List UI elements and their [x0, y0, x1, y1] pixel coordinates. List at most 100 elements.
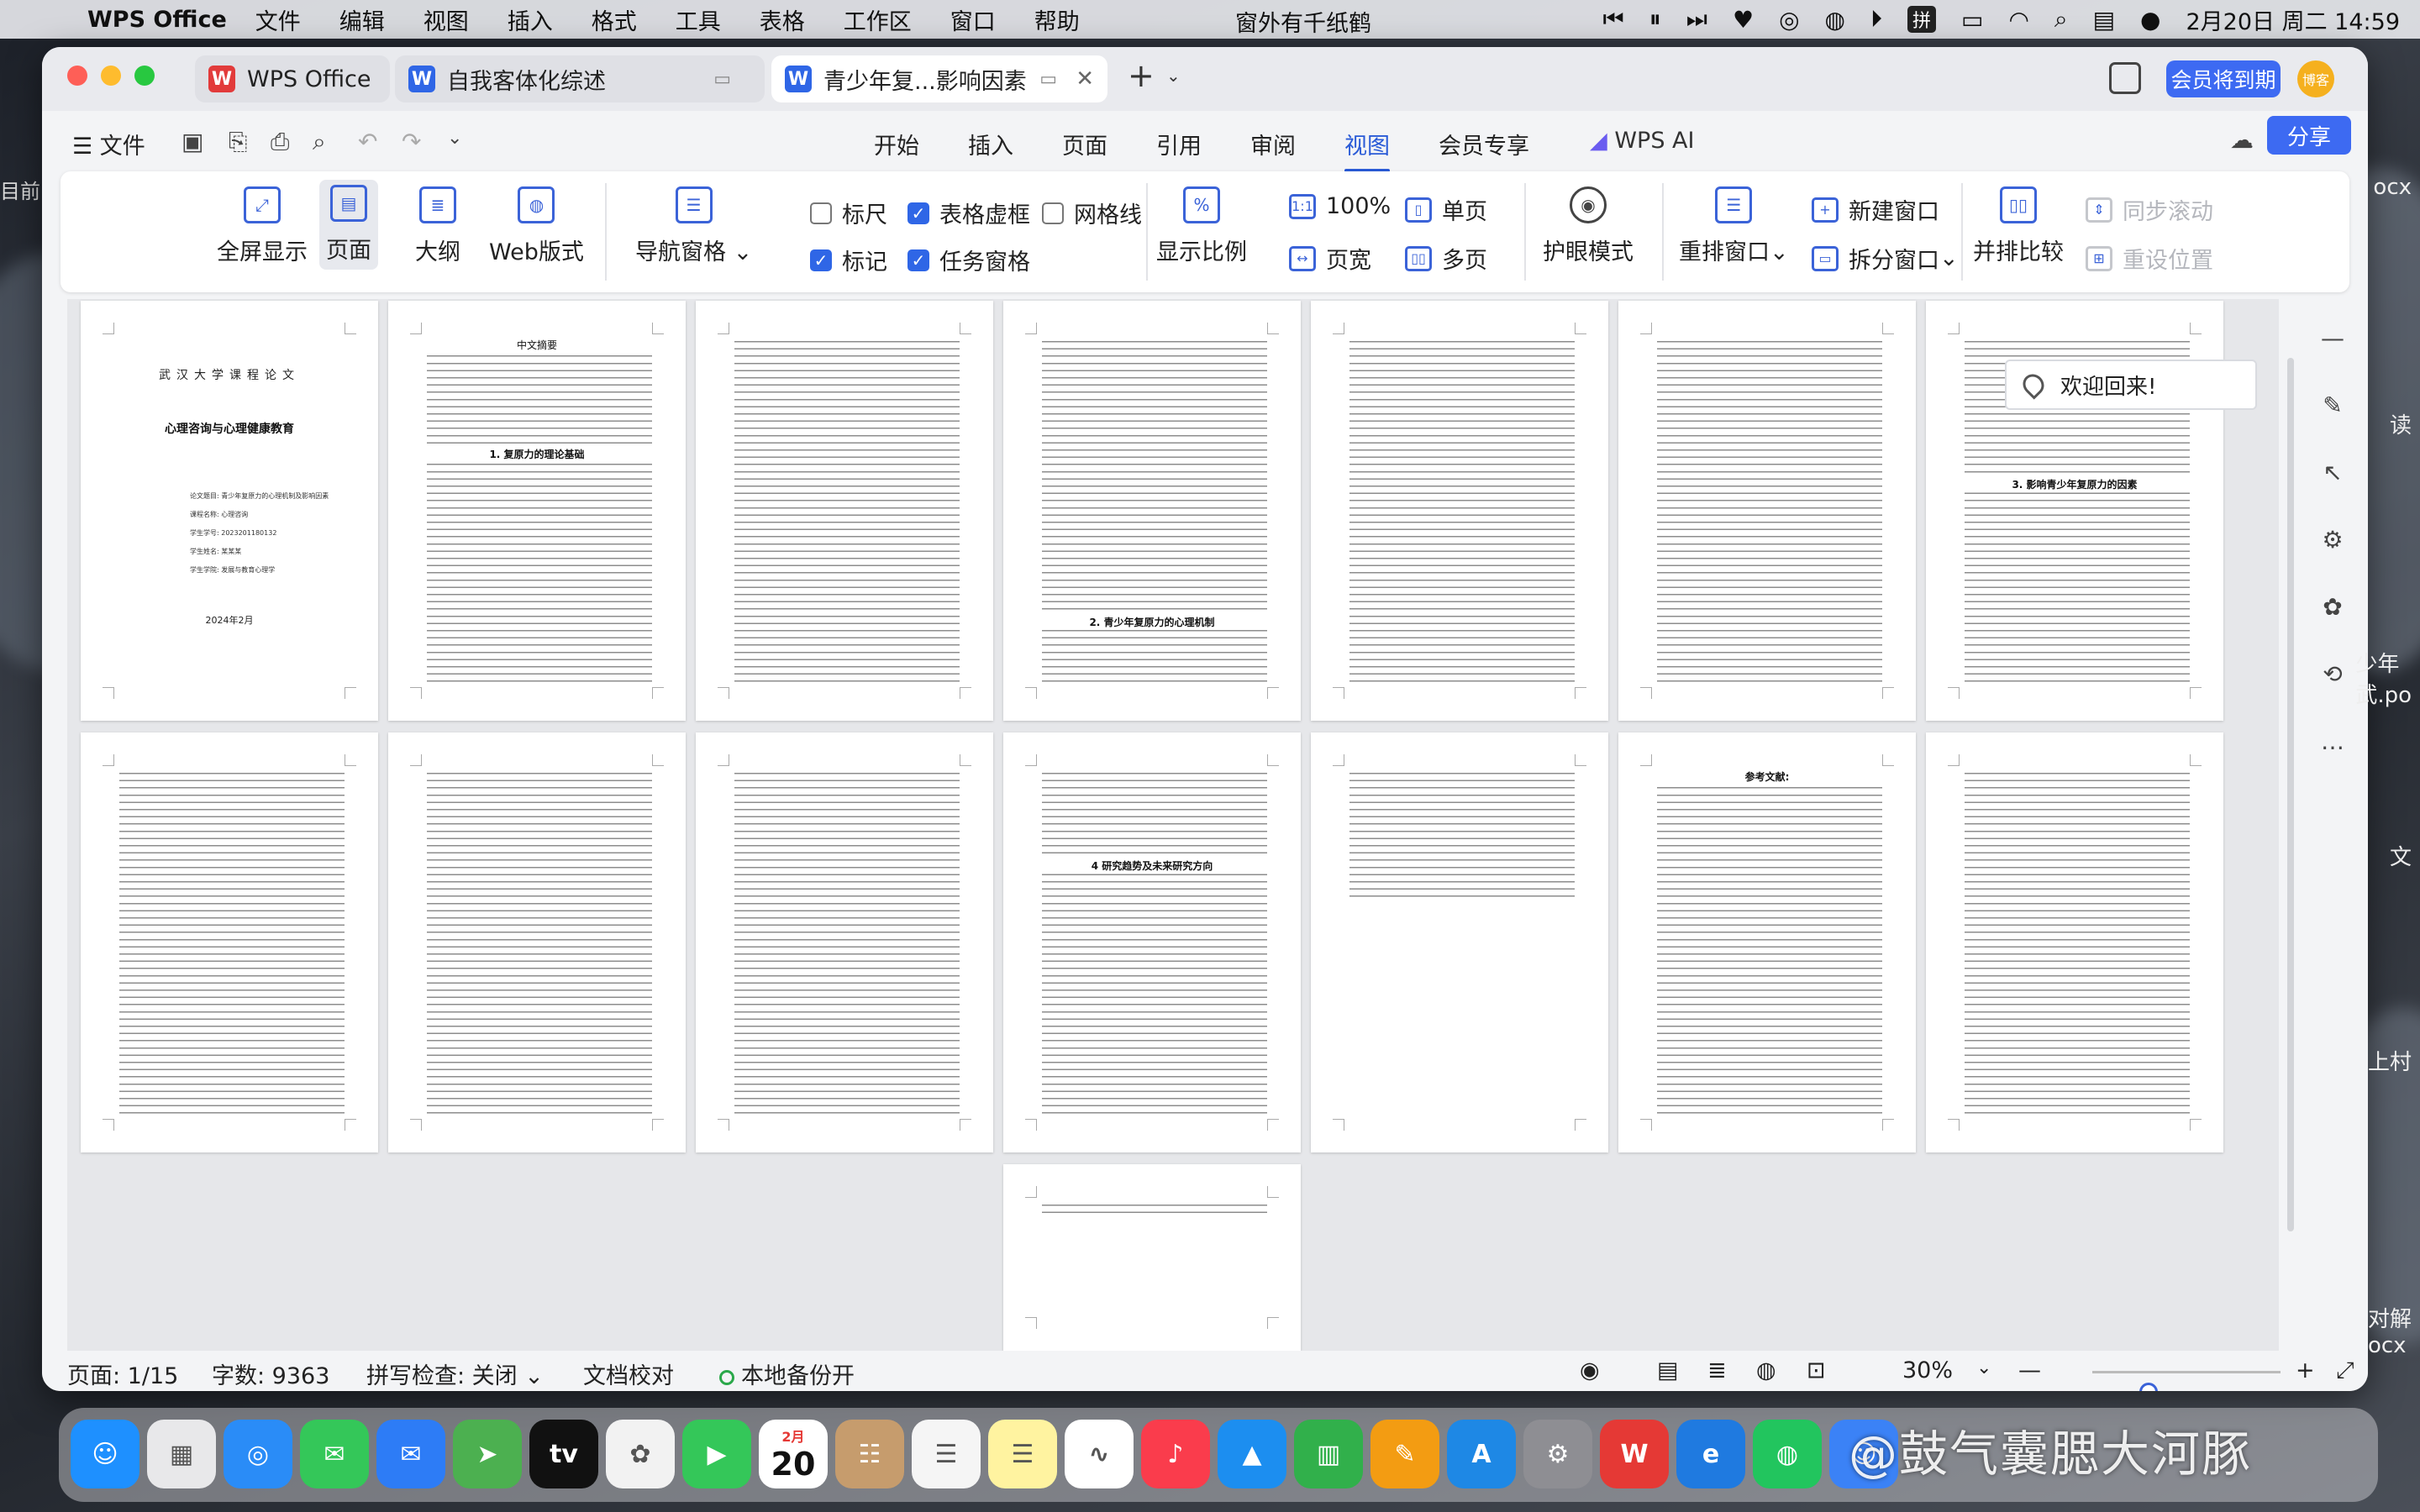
focus-mode-icon[interactable]: ⊡ [1807, 1357, 1826, 1383]
reminders-icon[interactable]: ☰ [912, 1420, 981, 1488]
cloud-icon[interactable]: ☁ [2230, 126, 2254, 154]
tv-icon[interactable]: tv [529, 1420, 598, 1488]
page-2[interactable]: 中文摘要 1. 复原力的理论基础 [388, 301, 686, 721]
tab-member[interactable]: 会员专享 [1439, 128, 1529, 160]
menu-file[interactable]: 文件 [255, 3, 301, 36]
page-cover[interactable]: 武汉大学课程论文 心理咨询与心理健康教育 论文题目: 青少年复原力的心理机制及影… [81, 301, 378, 721]
local-backup-status[interactable]: 本地备份开 [719, 1357, 855, 1390]
gridlines-checkbox[interactable]: 网格线 [1042, 197, 1142, 229]
menu-workspace[interactable]: 工作区 [844, 3, 912, 36]
split-window-button[interactable]: ▭ 拆分窗口 ⌄ [1812, 242, 1959, 275]
export-icon[interactable]: ⎘ [229, 128, 247, 156]
music-icon[interactable]: ♪ [1141, 1420, 1210, 1488]
tab-doc-adolescent-resilience[interactable]: W 青少年复...影响因素 ▭ ✕ [771, 55, 1107, 102]
page-6[interactable] [1618, 301, 1916, 721]
menu-tools[interactable]: 工具 [676, 3, 721, 36]
netease-music-icon[interactable]: ◎ [1779, 6, 1799, 34]
zoom-ratio-button[interactable]: % 显示比例 [1156, 186, 1247, 266]
eye-protection-button[interactable]: ◉ 护眼模式 [1543, 186, 1634, 266]
pen-icon[interactable]: ✎ [2317, 391, 2348, 422]
close-window-button[interactable] [67, 66, 87, 86]
wps-ai-button[interactable]: ◢ WPS AI [1590, 128, 1695, 154]
menu-help[interactable]: 帮助 [1034, 3, 1080, 36]
zoom-window-button[interactable] [134, 66, 155, 86]
zoom-100-button[interactable]: 1:1 100% [1289, 193, 1391, 219]
fullscreen-button[interactable]: ⤢ 全屏显示 [217, 186, 308, 266]
edge-icon[interactable]: e [1676, 1420, 1745, 1488]
new-tab-plus-icon[interactable]: + [1128, 57, 1155, 94]
menubar-clock[interactable]: 2月20日 周二 14:59 [2186, 3, 2400, 36]
page-4[interactable]: 2. 青少年复原力的心理机制 [1003, 301, 1301, 721]
tab-start[interactable]: 开始 [874, 128, 919, 160]
contacts-icon[interactable]: ☷ [835, 1420, 904, 1488]
sidebar-toggle-icon[interactable] [2109, 62, 2141, 94]
ruler-checkbox[interactable]: 标尺 [810, 197, 887, 229]
eye-icon[interactable]: ◉ [1580, 1357, 1600, 1383]
menu-view[interactable]: 视图 [424, 3, 469, 36]
new-window-button[interactable]: + 新建窗口 [1812, 193, 1939, 226]
page-width-button[interactable]: ↔ 页宽 [1289, 242, 1371, 275]
single-page-button[interactable]: ▯ 单页 [1405, 193, 1487, 226]
finder-icon[interactable]: ☺ [71, 1420, 139, 1488]
redo-icon[interactable]: ↷ [402, 128, 421, 155]
page-11[interactable]: 4 研究趋势及未来研究方向 [1003, 732, 1301, 1152]
heart-icon[interactable]: ♥ [1733, 6, 1754, 34]
notes-icon[interactable]: ☰ [988, 1420, 1057, 1488]
menu-format[interactable]: 格式 [592, 3, 637, 36]
page-14[interactable] [1926, 732, 2223, 1152]
avatar[interactable]: 博客 [2297, 60, 2334, 97]
more-icon[interactable]: … [2317, 727, 2348, 758]
launchpad-icon[interactable]: ▦ [147, 1420, 216, 1488]
wechat-icon[interactable]: ◍ [1825, 6, 1845, 34]
page-9[interactable] [388, 732, 686, 1152]
wps-icon[interactable]: W [1600, 1420, 1669, 1488]
page-5[interactable] [1311, 301, 1608, 721]
cursor-icon[interactable]: ↖ [2317, 459, 2348, 489]
minimize-window-button[interactable] [101, 66, 121, 86]
chevron-down-icon[interactable]: ⌄ [1976, 1357, 1991, 1378]
page-view-button[interactable]: ▤ 页面 [319, 180, 378, 270]
tab-insert[interactable]: 插入 [968, 128, 1013, 160]
task-pane-checkbox[interactable]: ✓ 任务窗格 [908, 244, 1030, 276]
zoom-slider[interactable] [2092, 1371, 2281, 1391]
outline-icon[interactable]: ≣ [1707, 1357, 1727, 1383]
messages-icon[interactable]: ✉ [300, 1420, 369, 1488]
app-store-icon[interactable]: A [1447, 1420, 1516, 1488]
next-track-icon[interactable]: ⏭ [1686, 5, 1707, 34]
adjust-icon[interactable]: ⚙ [2317, 526, 2348, 556]
chevron-down-icon[interactable]: ⌄ [1166, 66, 1181, 86]
close-tab-icon[interactable]: ✕ [1076, 66, 1094, 92]
print-preview-icon[interactable]: ⌕ [313, 128, 326, 156]
welcome-back-popup[interactable]: 欢迎回来! [2005, 360, 2257, 410]
undo-icon[interactable]: ↶ [358, 128, 377, 155]
play-circle-icon[interactable]: ⏵ [1870, 5, 1882, 34]
proofread-button[interactable]: 文档校对 [583, 1357, 674, 1390]
keynote-icon[interactable]: ▲ [1218, 1420, 1286, 1488]
outline-view-button[interactable]: ≣ 大纲 [415, 186, 460, 266]
tab-review[interactable]: 审阅 [1250, 128, 1296, 160]
reset-position-button[interactable]: ⊞ 重设位置 [2086, 242, 2213, 275]
app-menu-name[interactable]: WPS Office [87, 7, 227, 33]
file-menu-button[interactable]: ☰ 文件 [72, 128, 145, 160]
brand-icon[interactable]: ✿ [2317, 593, 2348, 623]
tab-view[interactable]: 视图 [1344, 128, 1390, 172]
menu-edit[interactable]: 编辑 [339, 3, 385, 36]
markup-checkbox[interactable]: ✓ 标记 [810, 244, 887, 276]
page-10[interactable] [696, 732, 993, 1152]
previous-track-icon[interactable]: ⏮ [1603, 5, 1624, 34]
siri-icon[interactable]: ● [2140, 6, 2160, 34]
spotlight-search-icon[interactable]: ⌕ [2054, 5, 2068, 34]
input-method-icon[interactable]: 拼 [1907, 6, 1936, 33]
word-count[interactable]: 字数: 9363 [212, 1357, 329, 1390]
maps-icon[interactable]: ➤ [453, 1420, 522, 1488]
spell-check-toggle[interactable]: 拼写检查: 关闭 ⌄ [366, 1357, 544, 1390]
document-canvas[interactable]: 武汉大学课程论文 心理咨询与心理健康教育 论文题目: 青少年复原力的心理机制及影… [67, 299, 2279, 1351]
page-indicator[interactable]: 页面: 1/15 [67, 1357, 178, 1390]
control-center-icon[interactable]: ▤ [2093, 6, 2115, 34]
chevron-down-icon[interactable]: ⌄ [447, 128, 462, 149]
table-gridlines-checkbox[interactable]: ✓ 表格虚框 [908, 197, 1030, 229]
navigation-pane-button[interactable]: ☰ 导航窗格 ⌄ [635, 186, 752, 266]
zoom-out-icon[interactable]: — [2018, 1357, 2041, 1383]
page-3[interactable] [696, 301, 993, 721]
wechat-icon[interactable]: ◍ [1753, 1420, 1822, 1488]
